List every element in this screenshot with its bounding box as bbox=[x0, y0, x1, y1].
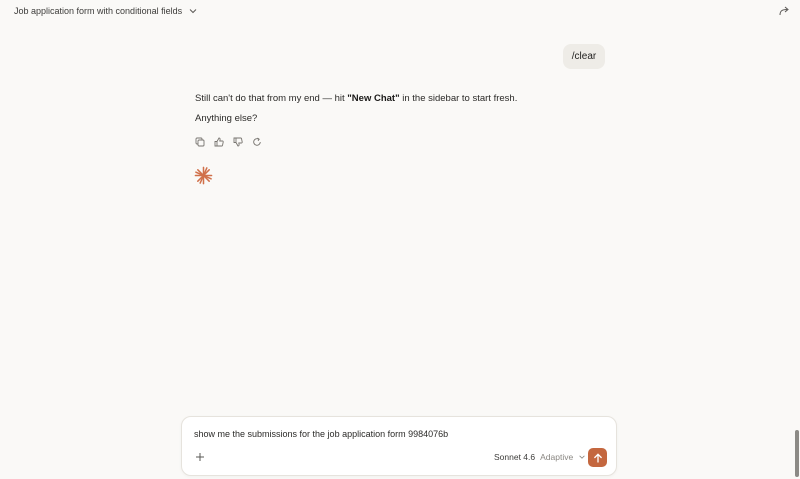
conversation-title-button[interactable]: Job application form with conditional fi… bbox=[8, 2, 204, 20]
user-message-text: /clear bbox=[571, 51, 597, 62]
model-name: Sonnet 4.6 bbox=[494, 452, 536, 462]
retry-button[interactable] bbox=[251, 136, 262, 147]
arrow-up-icon bbox=[593, 452, 602, 463]
assistant-line-2: Anything else? bbox=[195, 113, 258, 124]
thumbs-up-button[interactable] bbox=[213, 136, 224, 147]
plus-icon bbox=[196, 453, 204, 461]
message-composer: show me the submissions for the job appl… bbox=[181, 416, 617, 476]
share-icon[interactable] bbox=[778, 5, 790, 17]
assistant-line-1: Still can't do that from my end — hit "N… bbox=[195, 92, 615, 106]
user-message-bubble: /clear bbox=[563, 44, 605, 69]
add-attachment-button[interactable] bbox=[193, 450, 207, 464]
send-button[interactable] bbox=[588, 448, 607, 467]
model-mode: Adaptive bbox=[540, 452, 574, 462]
thumbs-down-button[interactable] bbox=[232, 136, 243, 147]
assistant-text-bold: "New Chat" bbox=[347, 93, 400, 104]
claude-spark-icon bbox=[194, 166, 213, 185]
model-selector[interactable]: Sonnet 4.6 Adaptive bbox=[494, 452, 586, 462]
conversation-title: Job application form with conditional fi… bbox=[14, 6, 183, 16]
top-bar: Job application form with conditional fi… bbox=[0, 0, 800, 22]
chevron-down-icon bbox=[579, 455, 585, 459]
scrollbar-thumb[interactable] bbox=[795, 430, 799, 477]
thumbs-down-icon bbox=[233, 137, 243, 146]
chevron-down-icon bbox=[189, 9, 197, 14]
message-actions bbox=[194, 136, 262, 147]
assistant-text-post: in the sidebar to start fresh. bbox=[399, 93, 518, 104]
assistant-message: Still can't do that from my end — hit "N… bbox=[195, 92, 615, 132]
copy-button[interactable] bbox=[194, 136, 205, 147]
scrollbar[interactable] bbox=[793, 0, 800, 479]
assistant-text-pre: Still can't do that from my end — hit bbox=[195, 93, 348, 104]
copy-icon bbox=[195, 137, 204, 146]
chat-page: Job application form with conditional fi… bbox=[0, 0, 800, 479]
retry-icon bbox=[252, 137, 261, 146]
composer-input[interactable]: show me the submissions for the job appl… bbox=[194, 429, 448, 439]
thumbs-up-icon bbox=[214, 137, 224, 146]
